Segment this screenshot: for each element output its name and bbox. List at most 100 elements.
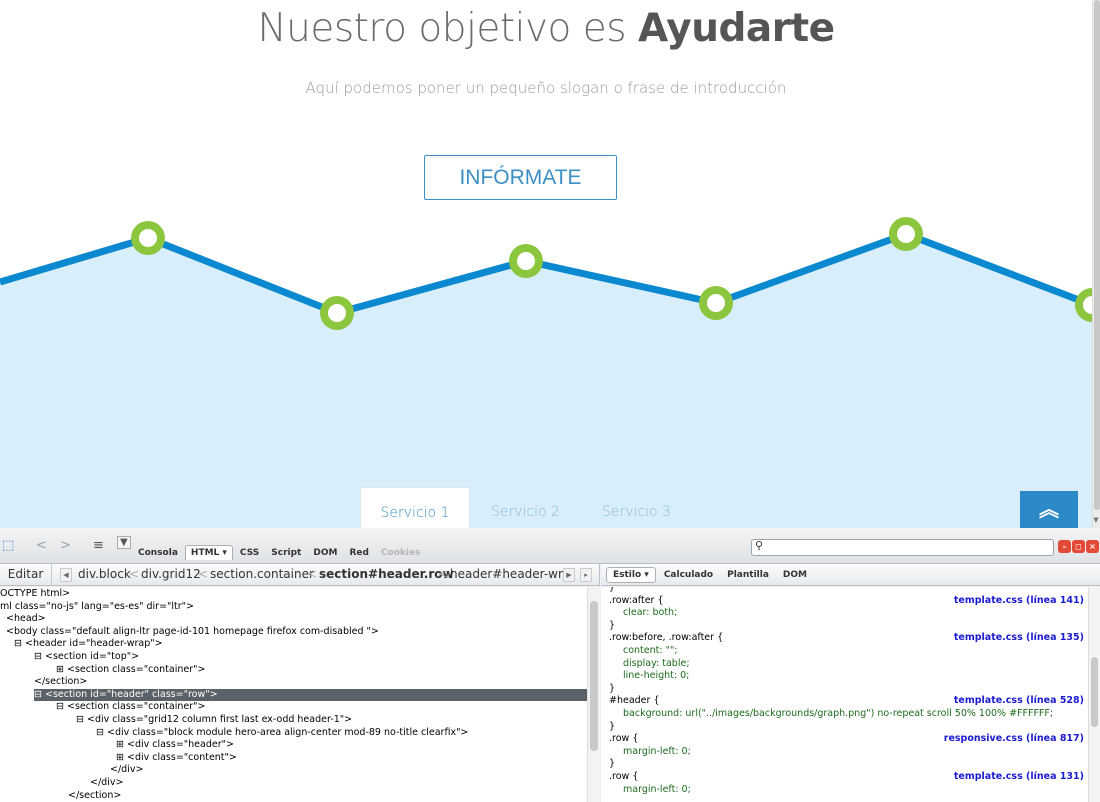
css-panel-scrollbar[interactable] bbox=[1088, 587, 1100, 802]
css-panel-scrollbar-thumb[interactable] bbox=[1091, 657, 1098, 727]
edit-button[interactable]: Editar bbox=[0, 564, 52, 585]
double-chevron-up-icon: ︽ bbox=[1039, 497, 1059, 521]
crumb-menu-icon[interactable]: ▸ bbox=[580, 568, 592, 582]
css-property[interactable]: margin-left: 0; bbox=[623, 746, 691, 759]
tab-servicio-1[interactable]: Servicio 1 bbox=[360, 487, 470, 528]
graph-node bbox=[889, 217, 923, 251]
tab-servicio-3[interactable]: Servicio 3 bbox=[581, 487, 692, 528]
breadcrumb: Editar ◀ div.block < div.grid12 < sectio… bbox=[0, 564, 600, 586]
tab-dom[interactable]: DOM bbox=[308, 546, 342, 560]
css-rules-panel: } .row:after {template.css (línea 141) cle… bbox=[601, 587, 1088, 802]
graph-node bbox=[509, 244, 543, 278]
html-node[interactable]: ⊟ <section class="container"> bbox=[56, 701, 205, 714]
html-node[interactable]: OCTYPE html> bbox=[0, 588, 70, 601]
graph-fill bbox=[0, 234, 1092, 528]
tab-estilo[interactable]: Estilo ▾ bbox=[606, 566, 656, 583]
tab-dom-side[interactable]: DOM bbox=[777, 568, 813, 582]
firebug-toolbar: ⬚ < > ≡ ▼ Consola HTML ▾ CSS Script DOM … bbox=[0, 528, 1100, 564]
tab-script[interactable]: Script bbox=[266, 546, 306, 560]
forward-arrow-icon[interactable]: > bbox=[60, 538, 71, 553]
css-selector: } bbox=[609, 758, 616, 770]
html-node[interactable]: </section> bbox=[34, 676, 87, 689]
hero-title: Nuestro objetivo es Ayudarte bbox=[0, 6, 1092, 51]
tab-html[interactable]: HTML ▾ bbox=[184, 545, 233, 560]
css-property[interactable]: content: ""; bbox=[623, 645, 678, 658]
page-scrollbar[interactable] bbox=[1092, 0, 1100, 528]
informate-button[interactable]: INFÓRMATE bbox=[424, 155, 617, 200]
html-node[interactable]: ⊟ <header id="header-wrap"> bbox=[14, 638, 163, 651]
css-selector: } bbox=[609, 587, 616, 593]
crumb-div-block[interactable]: div.block bbox=[78, 567, 131, 581]
tab-css[interactable]: CSS bbox=[235, 546, 264, 560]
close-icon[interactable]: × bbox=[1086, 540, 1099, 553]
html-node[interactable]: </div> bbox=[110, 764, 143, 777]
html-node[interactable]: <body class="default align-ltr page-id-1… bbox=[6, 626, 379, 639]
html-node[interactable]: ml class="no-js" lang="es-es" dir="ltr"> bbox=[0, 601, 194, 614]
html-tree-scrollbar[interactable] bbox=[587, 587, 600, 802]
scroll-down-arrow-icon[interactable]: ▼ bbox=[1092, 516, 1100, 528]
scroll-to-top-button[interactable]: ︽ bbox=[1020, 491, 1078, 528]
crumb-right-arrow-icon[interactable]: ▶ bbox=[563, 568, 575, 582]
crumb-left-arrow-icon[interactable]: ◀ bbox=[60, 568, 72, 582]
css-source-link[interactable]: template.css (línea 135) bbox=[954, 632, 1084, 645]
html-node-selected[interactable]: ⊟ <section id="header" class="row"> bbox=[34, 688, 587, 702]
html-node[interactable]: ⊟ <div class="block module hero-area ali… bbox=[96, 727, 468, 740]
html-tree: OCTYPE html> ml class="no-js" lang="es-es… bbox=[0, 587, 587, 802]
crumb-section-header[interactable]: section#header.row bbox=[319, 567, 454, 581]
css-selector: .row:after { bbox=[609, 594, 664, 606]
html-node[interactable]: ⊟ <div class="grid12 column first last e… bbox=[76, 714, 352, 727]
css-property[interactable]: line-height: 0; bbox=[623, 670, 689, 683]
html-tree-scrollbar-thumb[interactable] bbox=[590, 601, 598, 751]
graph-node bbox=[131, 221, 165, 255]
tab-calculado[interactable]: Calculado bbox=[658, 568, 719, 582]
hero-title-bold: Ayudarte bbox=[638, 6, 835, 51]
css-source-link[interactable]: template.css (línea 528) bbox=[954, 695, 1084, 708]
css-property[interactable]: display: table; bbox=[623, 658, 690, 671]
back-arrow-icon[interactable]: < bbox=[36, 538, 47, 553]
graph-node bbox=[699, 286, 733, 320]
css-selector: .row { bbox=[609, 771, 639, 782]
html-node[interactable]: <head> bbox=[6, 613, 46, 626]
crumb-div-grid12[interactable]: div.grid12 bbox=[141, 567, 201, 581]
html-node[interactable]: ⊞ <section class="container"> bbox=[56, 664, 205, 677]
css-property[interactable]: margin-left: 0; bbox=[623, 784, 691, 797]
tab-cookies[interactable]: Cookies bbox=[376, 546, 426, 560]
crumb-header-wrap[interactable]: header#header-wrap bbox=[450, 567, 563, 581]
page-scrollbar-thumb[interactable] bbox=[1094, 0, 1100, 510]
firebug-search-input[interactable]: ⚲ bbox=[751, 539, 1054, 556]
inspect-icon[interactable]: ⬚ bbox=[2, 538, 14, 553]
css-property[interactable]: background: url("../images/backgrounds/g… bbox=[623, 708, 1053, 721]
firebug-panel: ⬚ < > ≡ ▼ Consola HTML ▾ CSS Script DOM … bbox=[0, 528, 1100, 802]
html-node[interactable]: </section> bbox=[68, 790, 121, 802]
crumb-section-container[interactable]: section.container bbox=[210, 567, 314, 581]
tab-consola[interactable]: Consola bbox=[133, 546, 183, 560]
menu-icon[interactable]: ≡ bbox=[93, 538, 104, 553]
search-icon: ⚲ bbox=[755, 539, 764, 552]
crumb-separator: < bbox=[198, 567, 209, 581]
style-side-tabs: Estilo ▾ Calculado Plantilla DOM bbox=[601, 564, 1100, 586]
tab-red[interactable]: Red bbox=[344, 546, 373, 560]
tab-plantilla[interactable]: Plantilla bbox=[721, 568, 775, 582]
hero-slogan: Aquí podemos poner un pequeño slogan o f… bbox=[305, 79, 787, 97]
crumb-separator: < bbox=[307, 567, 318, 581]
html-node[interactable]: ⊞ <div class="header"> bbox=[116, 739, 234, 752]
css-property[interactable]: clear: both; bbox=[623, 607, 677, 620]
tab-servicio-2[interactable]: Servicio 2 bbox=[470, 487, 581, 528]
html-node[interactable]: </div> bbox=[90, 777, 123, 790]
minimize-icon[interactable]: – bbox=[1058, 540, 1071, 553]
crumb-separator: < bbox=[129, 567, 140, 581]
window-buttons: – ◻ × bbox=[1058, 540, 1099, 553]
html-node[interactable]: ⊟ <section id="top"> bbox=[34, 651, 139, 664]
crumb-separator: < bbox=[438, 567, 449, 581]
css-source-link[interactable]: responsive.css (línea 817) bbox=[944, 733, 1084, 746]
css-selector: } bbox=[609, 682, 616, 694]
service-tabs: Servicio 1 Servicio 2 Servicio 3 bbox=[360, 487, 692, 528]
html-node[interactable]: ⊞ <div class="content"> bbox=[116, 752, 237, 765]
css-source-link[interactable]: template.css (línea 131) bbox=[954, 771, 1084, 784]
css-selector: } bbox=[609, 619, 616, 631]
css-selector: } bbox=[609, 720, 616, 732]
css-source-link[interactable]: template.css (línea 141) bbox=[954, 595, 1084, 608]
hero-title-light: Nuestro objetivo es bbox=[257, 6, 638, 51]
dropdown-arrow-icon[interactable]: ▼ bbox=[117, 536, 131, 549]
detach-icon[interactable]: ◻ bbox=[1072, 540, 1085, 553]
